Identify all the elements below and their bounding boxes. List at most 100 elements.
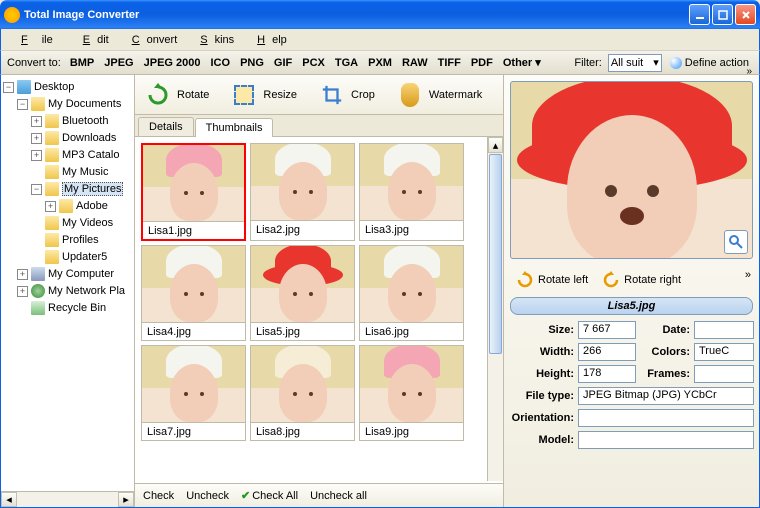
prop-size-label: Size: <box>510 324 578 336</box>
thumbnail-image <box>360 246 463 322</box>
resize-button[interactable]: Resize <box>231 82 297 108</box>
folder-icon <box>45 182 59 196</box>
watermark-button[interactable]: Watermark <box>397 82 482 108</box>
thumbnail-image <box>251 346 354 422</box>
tree-hscrollbar[interactable]: ◂ ▸ <box>1 491 134 507</box>
check-all-button[interactable]: ✔Check All <box>241 489 298 502</box>
rotate-right-button[interactable]: Rotate right <box>598 269 685 291</box>
scroll-left-button[interactable]: ◂ <box>1 492 17 507</box>
tree-adobe[interactable]: +Adobe <box>3 198 132 214</box>
desktop-icon <box>17 80 31 94</box>
filter-label: Filter: <box>574 57 602 69</box>
crop-button[interactable]: Crop <box>319 82 375 108</box>
chevron-icon[interactable]: » <box>746 66 752 77</box>
minimize-button[interactable] <box>689 4 710 25</box>
check-button[interactable]: Check <box>143 490 174 502</box>
thumbnail-image <box>360 346 463 422</box>
thumbnail-item[interactable]: Lisa8.jpg <box>250 345 355 441</box>
filter-select[interactable]: All suit▾ <box>608 54 662 72</box>
folder-icon <box>45 131 59 145</box>
tree-mp3[interactable]: +MP3 Catalo <box>3 147 132 163</box>
fmt-pdf[interactable]: PDF <box>468 55 496 71</box>
tree-my-documents[interactable]: −My Documents <box>3 96 132 112</box>
title-bar: Total Image Converter <box>0 0 760 29</box>
tree-profiles[interactable]: Profiles <box>3 232 132 248</box>
fmt-ico[interactable]: ICO <box>208 55 234 71</box>
thumbnail-item[interactable]: Lisa3.jpg <box>359 143 464 241</box>
preview-filename: Lisa5.jpg <box>510 297 753 315</box>
resize-icon <box>231 82 257 108</box>
prop-colors-label: Colors: <box>636 346 694 358</box>
define-action-button[interactable]: Define action <box>666 55 753 71</box>
thumbnail-item[interactable]: Lisa9.jpg <box>359 345 464 441</box>
chevron-icon[interactable]: » <box>745 269 751 281</box>
fmt-pxm[interactable]: PXM <box>365 55 395 71</box>
fmt-raw[interactable]: RAW <box>399 55 431 71</box>
thumbnail-item[interactable]: Lisa6.jpg <box>359 245 464 341</box>
tree-recycle-bin[interactable]: Recycle Bin <box>3 300 132 316</box>
prop-frames-label: Frames: <box>636 368 694 380</box>
fmt-gif[interactable]: GIF <box>271 55 295 71</box>
thumbnail-label: Lisa6.jpg <box>360 322 463 340</box>
tree-my-network[interactable]: +My Network Pla <box>3 283 132 299</box>
prop-date-label: Date: <box>636 324 694 336</box>
thumbnail-image <box>142 246 245 322</box>
thumbnail-label: Lisa5.jpg <box>251 322 354 340</box>
folder-icon <box>45 233 59 247</box>
define-action-icon <box>670 57 682 69</box>
tree-updater5[interactable]: Updater5 <box>3 249 132 265</box>
app-icon <box>4 7 20 23</box>
close-button[interactable] <box>735 4 756 25</box>
thumbnail-item[interactable]: Lisa2.jpg <box>250 143 355 241</box>
menu-file[interactable]: File <box>7 32 67 48</box>
tree-my-music[interactable]: My Music <box>3 164 132 180</box>
zoom-button[interactable] <box>724 230 748 254</box>
fmt-jpeg[interactable]: JPEG <box>101 55 136 71</box>
fmt-pcx[interactable]: PCX <box>299 55 328 71</box>
tree-bluetooth[interactable]: +Bluetooth <box>3 113 132 129</box>
menu-help[interactable]: Help <box>243 32 294 48</box>
tab-thumbnails[interactable]: Thumbnails <box>195 118 274 137</box>
thumbnail-image <box>251 144 354 220</box>
uncheck-button[interactable]: Uncheck <box>186 490 229 502</box>
tree-downloads[interactable]: +Downloads <box>3 130 132 146</box>
thumbnail-item[interactable]: Lisa1.jpg <box>141 143 246 241</box>
tree-my-computer[interactable]: +My Computer <box>3 266 132 282</box>
rotate-left-button[interactable]: Rotate left <box>512 269 592 291</box>
fmt-tga[interactable]: TGA <box>332 55 361 71</box>
menu-convert[interactable]: Convert <box>118 32 185 48</box>
scroll-thumb[interactable] <box>489 154 502 354</box>
maximize-button[interactable] <box>712 4 733 25</box>
prop-width-label: Width: <box>510 346 578 358</box>
fmt-png[interactable]: PNG <box>237 55 267 71</box>
rotate-icon <box>145 82 171 108</box>
tree-my-videos[interactable]: My Videos <box>3 215 132 231</box>
tree-my-pictures[interactable]: −My Pictures <box>3 181 132 197</box>
prop-frames-value <box>694 365 754 383</box>
rotate-right-icon <box>602 271 620 289</box>
rotate-button[interactable]: Rotate <box>145 82 209 108</box>
thumbnail-item[interactable]: Lisa5.jpg <box>250 245 355 341</box>
action-bar: Rotate Resize Crop Watermark <box>135 75 503 115</box>
fmt-other[interactable]: Other ▾ <box>500 54 544 71</box>
menu-edit[interactable]: Edit <box>69 32 116 48</box>
tree-desktop[interactable]: −Desktop <box>3 79 132 95</box>
folder-icon <box>45 165 59 179</box>
menu-skins[interactable]: Skins <box>186 32 241 48</box>
thumbnail-item[interactable]: Lisa4.jpg <box>141 245 246 341</box>
prop-model-label: Model: <box>510 434 578 446</box>
thumbnail-grid: Lisa1.jpgLisa2.jpgLisa3.jpgLisa4.jpgLisa… <box>135 137 503 483</box>
thumbnail-item[interactable]: Lisa7.jpg <box>141 345 246 441</box>
uncheck-all-button[interactable]: Uncheck all <box>310 490 367 502</box>
folder-icon <box>45 148 59 162</box>
preview-image <box>510 81 753 259</box>
tab-details[interactable]: Details <box>138 117 194 136</box>
thumbnail-image <box>142 346 245 422</box>
fmt-tiff[interactable]: TIFF <box>435 55 464 71</box>
scroll-up-button[interactable]: ▴ <box>488 137 503 153</box>
thumbs-vscrollbar[interactable]: ▴ <box>487 137 503 481</box>
fmt-bmp[interactable]: BMP <box>67 55 97 71</box>
fmt-jpeg2000[interactable]: JPEG 2000 <box>141 55 204 71</box>
folder-tree-panel: −Desktop −My Documents +Bluetooth +Downl… <box>1 75 135 507</box>
scroll-right-button[interactable]: ▸ <box>118 492 134 507</box>
